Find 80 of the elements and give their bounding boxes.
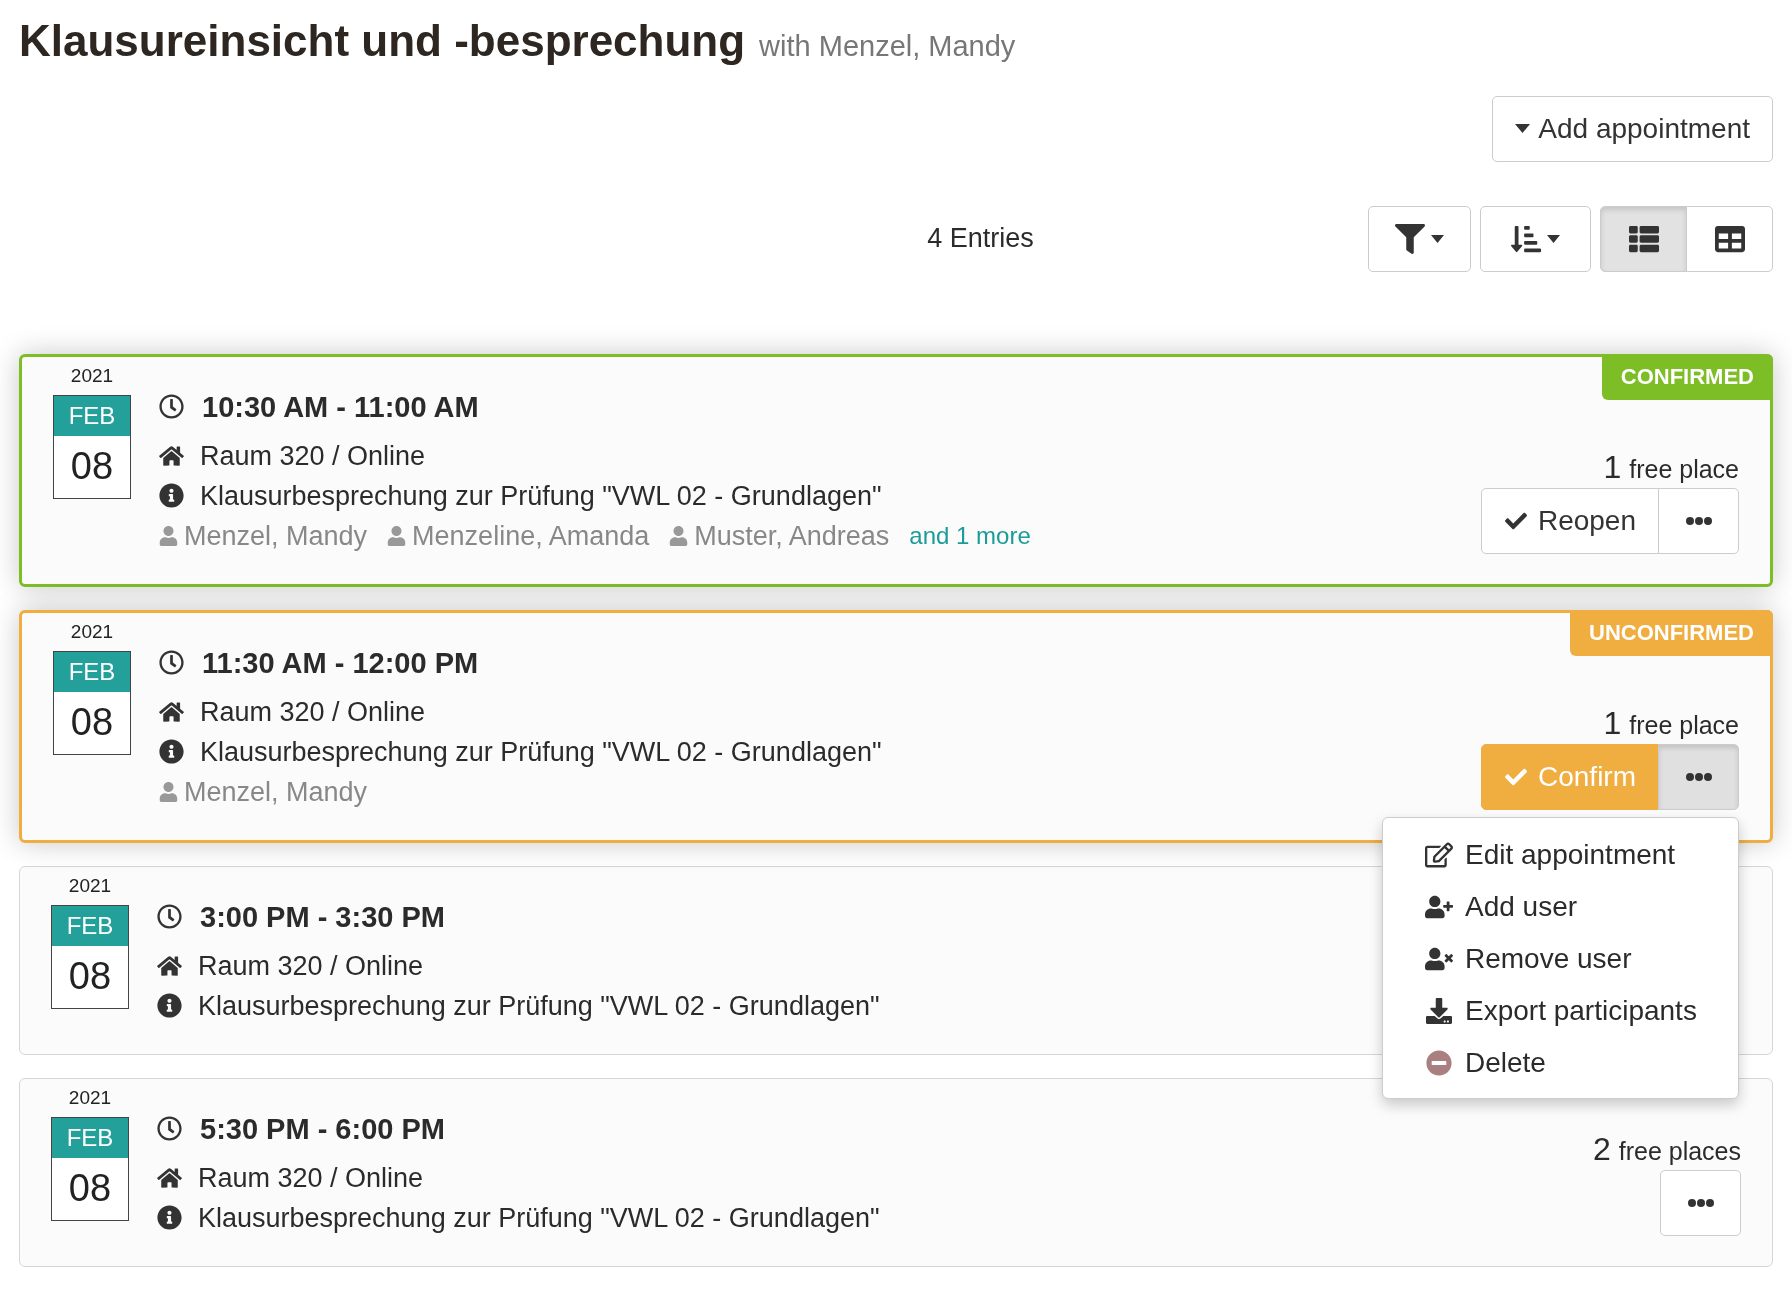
home-icon [157,1166,182,1189]
download-icon [1425,997,1453,1024]
participant-name: Menzeline, Amanda [412,519,650,553]
info-icon [159,739,184,764]
day-label: 08 [69,444,115,489]
location-text: Raum 320 / Online [198,1161,424,1195]
year-label: 2021 [70,364,114,387]
page-subtitle: with Menzel, Mandy [759,29,1016,64]
info-icon [157,993,182,1018]
info-icon [157,1205,182,1230]
edit-icon [1425,841,1453,868]
list-view-button[interactable] [1600,205,1687,272]
menu-item[interactable]: Add user [1383,880,1738,933]
location-text: Raum 320 / Online [198,949,424,983]
clock-icon [159,650,184,675]
year-label: 2021 [68,1086,112,1109]
clock-icon [159,394,184,419]
day-label: 08 [69,700,115,745]
user-plus-icon [1425,893,1453,920]
menu-item[interactable]: Remove user [1383,932,1738,985]
add-appointment-button[interactable]: Add appointment [1492,95,1773,162]
time-range: 10:30 AM - 11:00 AM [202,389,479,425]
description-text: Klausurbesprechung zur Prüfung "VWL 02 - Grundlagen" [198,1201,880,1235]
location-text: Raum 320 / Online [200,439,426,473]
description-text: Klausurbesprechung zur Prüfung "VWL 02 - Grundlagen" [200,735,882,769]
free-places-text: 2 free places [1592,1129,1741,1165]
table-view-button[interactable] [1686,205,1773,272]
clock-icon [157,904,182,929]
clock-icon [157,1116,182,1141]
more-options-button[interactable] [1660,1169,1741,1236]
menu-item[interactable]: Export participants [1383,984,1738,1037]
time-range: 3:00 PM - 3:30 PM [200,899,445,935]
more-options-button[interactable] [1658,487,1739,554]
month-label: FEB [52,1117,128,1158]
caret-icon [1431,234,1444,243]
time-range: 11:30 AM - 12:00 PM [202,645,479,681]
menu-item[interactable]: Delete [1383,1036,1738,1089]
caret-icon [1515,124,1531,133]
participant-name: Menzel, Mandy [184,775,368,809]
ellipsis-icon [1687,1198,1714,1207]
description-text: Klausurbesprechung zur Prüfung "VWL 02 - Grundlagen" [198,989,880,1023]
menu-item[interactable]: Edit appointment [1383,828,1738,881]
reopen-button[interactable]: Reopen [1480,487,1659,554]
user-icon [159,525,178,546]
user-icon [159,781,178,802]
participant-name: Menzel, Mandy [184,519,368,553]
ellipsis-icon [1685,772,1712,781]
month-label: FEB [52,905,128,946]
user-icon [669,525,689,546]
ellipsis-icon [1685,516,1712,525]
user-icon [387,525,407,546]
participant-name: Muster, Andreas [694,519,890,553]
year-label: 2021 [70,620,114,643]
list-icon [1626,223,1661,254]
day-label: 08 [67,954,113,999]
day-label: 08 [67,1166,113,1211]
month-label: FEB [54,651,130,692]
free-places-text: 1 free place [1603,703,1739,739]
more-options-button[interactable] [1658,743,1739,810]
home-icon [157,954,182,977]
home-icon [159,700,184,723]
home-icon [159,444,184,467]
time-range: 5:30 PM - 6:00 PM [200,1111,445,1147]
free-places-text: 1 free place [1603,447,1739,483]
info-icon [159,483,184,508]
filter-button[interactable] [1368,205,1471,272]
location-text: Raum 320 / Online [200,695,426,729]
year-label: 2021 [68,874,112,897]
caret-icon [1547,234,1560,243]
sort-icon [1511,223,1541,254]
sort-button[interactable] [1480,205,1591,272]
month-label: FEB [54,395,130,436]
funnel-icon [1395,223,1425,254]
table-icon [1712,223,1747,254]
description-text: Klausurbesprechung zur Prüfung "VWL 02 - Grundlagen" [200,479,882,513]
status-badge: CONFIRMED [1601,353,1773,400]
entries-count: 4 Entries [927,222,1034,256]
user-remove-icon [1425,945,1453,972]
status-badge: UNCONFIRMED [1570,609,1773,656]
page-title: Klausureinsicht und -besprechung [19,15,746,67]
